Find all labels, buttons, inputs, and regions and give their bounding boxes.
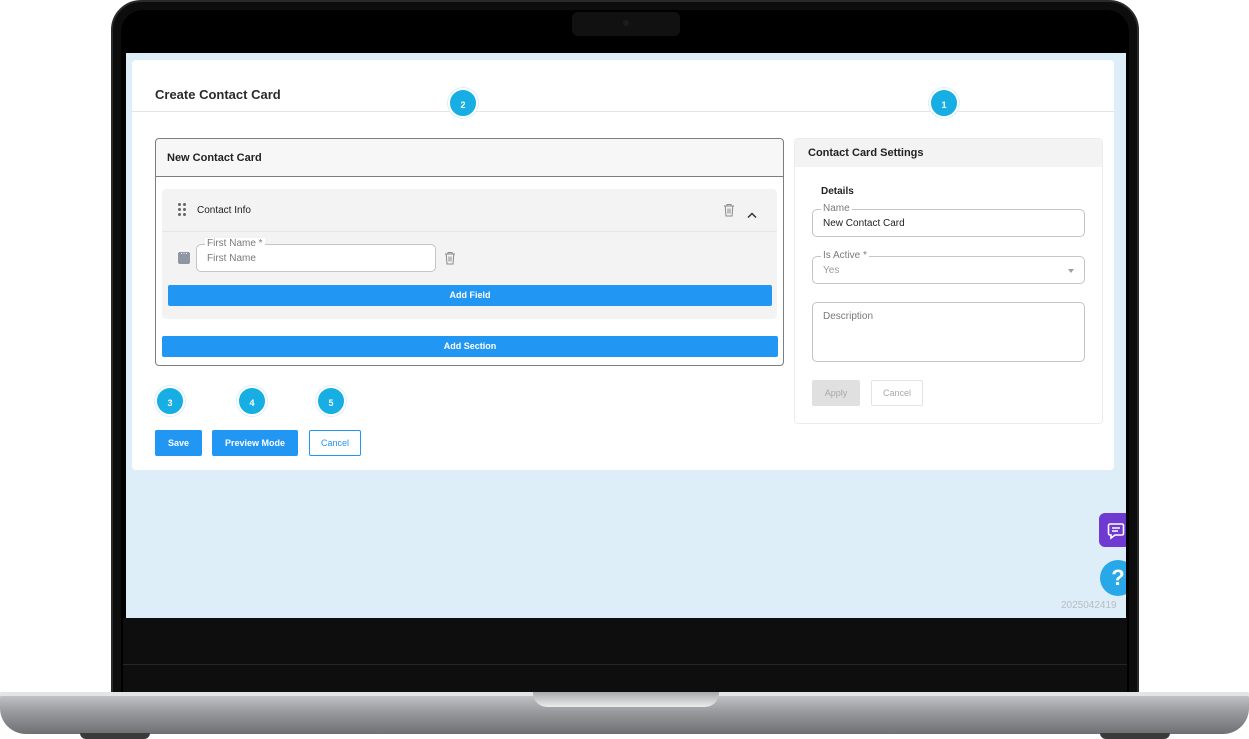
is-active-value: Yes bbox=[823, 265, 840, 276]
cancel-button[interactable]: Cancel bbox=[309, 430, 361, 456]
delete-field-icon[interactable] bbox=[444, 251, 456, 265]
camera-icon bbox=[623, 20, 629, 26]
preview-mode-button[interactable]: Preview Mode bbox=[212, 430, 298, 456]
step-marker-2: 2 bbox=[448, 88, 478, 118]
settings-title: Contact Card Settings bbox=[795, 139, 1102, 167]
step-marker-1: 1 bbox=[929, 88, 959, 118]
create-contact-card-page: Create Contact Card New Contact Card Con… bbox=[132, 60, 1114, 470]
builder-title: New Contact Card bbox=[156, 139, 783, 177]
is-active-legend: Is Active * bbox=[821, 250, 869, 262]
text-field-icon bbox=[178, 248, 190, 264]
first-name-field[interactable]: First Name * First Name bbox=[196, 238, 436, 272]
contact-card-settings: Contact Card Settings Details Name New C… bbox=[794, 138, 1103, 424]
is-active-select[interactable]: Is Active * Yes bbox=[812, 250, 1085, 284]
field-placeholder: First Name bbox=[207, 253, 256, 264]
dropdown-arrow-icon bbox=[1068, 269, 1074, 273]
drag-handle-icon[interactable] bbox=[178, 203, 186, 217]
save-button[interactable]: Save bbox=[155, 430, 202, 456]
laptop-foot bbox=[1100, 733, 1170, 739]
laptop-mockup: Create Contact Card New Contact Card Con… bbox=[0, 0, 1249, 739]
description-placeholder: Description bbox=[823, 311, 874, 322]
add-section-button[interactable]: Add Section bbox=[162, 336, 778, 357]
build-id: 2025042419 bbox=[1061, 600, 1117, 611]
delete-section-icon[interactable] bbox=[723, 203, 735, 217]
step-marker-5: 5 bbox=[316, 386, 346, 416]
screen-bezel-bottom bbox=[123, 618, 1127, 696]
divider bbox=[132, 111, 1114, 112]
app-screen: Create Contact Card New Contact Card Con… bbox=[126, 53, 1126, 618]
chat-icon[interactable] bbox=[1099, 513, 1126, 547]
description-field[interactable]: Description bbox=[812, 302, 1085, 362]
laptop-opening-notch bbox=[533, 692, 719, 707]
help-icon[interactable]: ? bbox=[1100, 560, 1126, 596]
chevron-up-icon[interactable] bbox=[747, 206, 757, 219]
step-marker-3: 3 bbox=[155, 386, 185, 416]
section-contact-info: Contact Info First Name * First Name bbox=[162, 189, 777, 319]
field-legend: First Name * bbox=[205, 238, 265, 250]
step-marker-4: 4 bbox=[237, 386, 267, 416]
add-field-button[interactable]: Add Field bbox=[168, 285, 772, 306]
contact-card-builder: New Contact Card Contact Info ··· First … bbox=[155, 138, 784, 366]
details-heading: Details bbox=[821, 186, 854, 197]
name-field[interactable]: Name New Contact Card bbox=[812, 203, 1085, 237]
laptop-foot bbox=[80, 733, 150, 739]
apply-button[interactable]: Apply bbox=[812, 380, 860, 406]
name-legend: Name bbox=[821, 203, 852, 215]
name-value: New Contact Card bbox=[823, 218, 905, 229]
settings-cancel-button[interactable]: Cancel bbox=[871, 380, 923, 406]
page-title: Create Contact Card bbox=[155, 87, 281, 102]
section-label: Contact Info bbox=[197, 205, 251, 216]
